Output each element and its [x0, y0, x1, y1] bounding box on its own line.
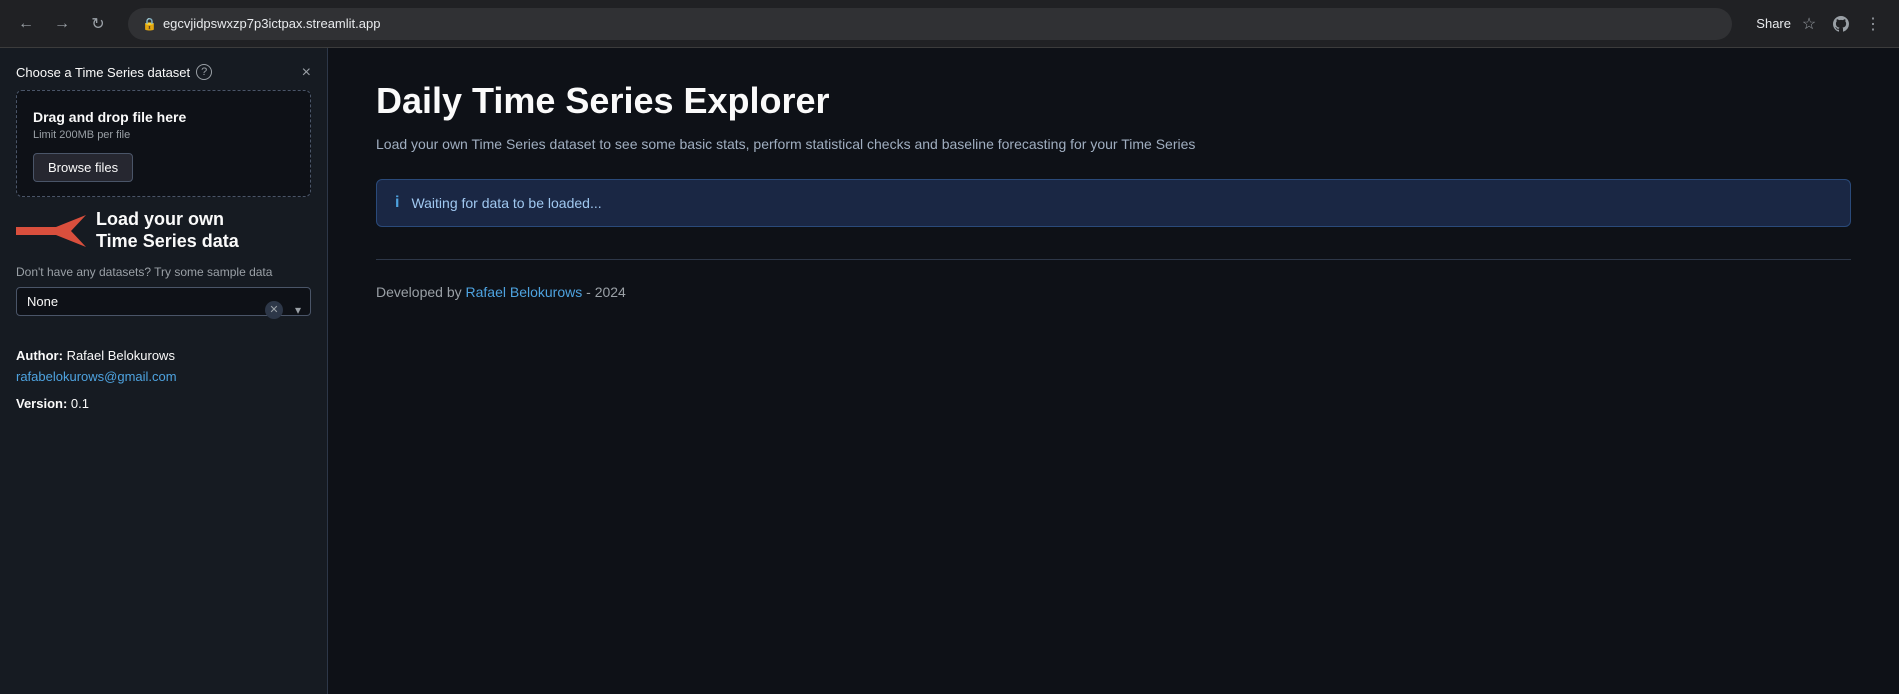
share-button[interactable]: Share: [1756, 16, 1791, 31]
footer-pre: Developed by: [376, 284, 466, 300]
info-banner: i Waiting for data to be loaded...: [376, 179, 1851, 227]
page-description: Load your own Time Series dataset to see…: [376, 134, 1851, 155]
upload-title: Drag and drop file here: [33, 109, 294, 125]
section-label-text: Choose a Time Series dataset: [16, 65, 190, 80]
author-email-link[interactable]: rafabelokurows@gmail.com: [16, 369, 311, 384]
sample-select-wrapper: None ✕: [16, 287, 311, 332]
lock-icon: 🔒: [142, 17, 157, 31]
app-layout: × Choose a Time Series dataset ? Drag an…: [0, 48, 1899, 694]
info-banner-text: Waiting for data to be loaded...: [411, 195, 601, 211]
author-section: Author: Rafael Belokurows rafabelokurows…: [16, 348, 311, 411]
footer: Developed by Rafael Belokurows - 2024: [376, 284, 1851, 300]
arrow-icon: [16, 209, 86, 253]
footer-post: - 2024: [582, 284, 626, 300]
divider: [376, 259, 1851, 260]
back-button[interactable]: ←: [12, 10, 40, 38]
reload-button[interactable]: ↻: [84, 10, 112, 38]
info-icon: i: [395, 194, 399, 212]
annotation-text: Load your own Time Series data: [96, 209, 239, 252]
footer-link[interactable]: Rafael Belokurows: [466, 284, 583, 300]
browser-right-actions: Share ☆ ⋮: [1756, 10, 1887, 38]
menu-button[interactable]: ⋮: [1859, 10, 1887, 38]
url-text: egcvjidpswxzp7p3ictpax.streamlit.app: [163, 16, 381, 31]
forward-button[interactable]: →: [48, 10, 76, 38]
sidebar-close-button[interactable]: ×: [298, 60, 315, 86]
upload-subtitle: Limit 200MB per file: [33, 129, 294, 141]
sidebar: × Choose a Time Series dataset ? Drag an…: [0, 48, 328, 694]
address-bar[interactable]: 🔒 egcvjidpswxzp7p3ictpax.streamlit.app: [128, 8, 1732, 40]
dataset-section-label: Choose a Time Series dataset ?: [16, 64, 311, 80]
browser-chrome: ← → ↻ 🔒 egcvjidpswxzp7p3ictpax.streamlit…: [0, 0, 1899, 48]
version-label: Version: 0.1: [16, 396, 311, 411]
sample-data-label: Don't have any datasets? Try some sample…: [16, 265, 311, 279]
page-title: Daily Time Series Explorer: [376, 80, 1851, 122]
upload-box: Drag and drop file here Limit 200MB per …: [16, 90, 311, 197]
arrow-annotation: Load your own Time Series data: [16, 209, 311, 253]
select-clear-button[interactable]: ✕: [265, 301, 283, 319]
github-button[interactable]: [1827, 10, 1855, 38]
help-icon[interactable]: ?: [196, 64, 212, 80]
star-button[interactable]: ☆: [1795, 10, 1823, 38]
main-content: Daily Time Series Explorer Load your own…: [328, 48, 1899, 694]
browse-files-button[interactable]: Browse files: [33, 153, 133, 182]
author-label: Author: Rafael Belokurows: [16, 348, 311, 363]
